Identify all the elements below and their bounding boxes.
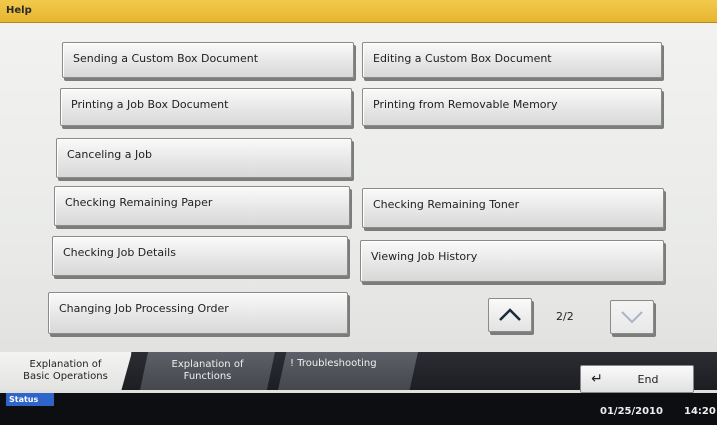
button-label: Checking Remaining Toner [373, 198, 520, 211]
date-display: 01/25/2010 [600, 406, 663, 417]
page-indicator: 2/2 [556, 310, 574, 323]
chevron-up-icon [499, 308, 521, 321]
tab-label-line2: Basic Operations [23, 371, 108, 382]
end-button[interactable]: ↵ End [580, 365, 694, 393]
tab-label-line1: Explanation of [171, 359, 244, 370]
checking-remaining-toner-button[interactable]: Checking Remaining Toner [362, 188, 664, 228]
checking-remaining-paper-button[interactable]: Checking Remaining Paper [54, 186, 350, 226]
tab-label-line1: Explanation of [29, 359, 102, 370]
editing-custom-box-button[interactable]: Editing a Custom Box Document [362, 42, 662, 78]
title-bar: Help [0, 0, 717, 23]
tab-label: ! Troubleshooting [290, 358, 377, 369]
button-label: Printing a Job Box Document [71, 98, 229, 111]
tab-functions[interactable]: Explanation of Functions [140, 352, 275, 390]
viewing-job-history-button[interactable]: Viewing Job History [360, 240, 664, 282]
button-label: Checking Remaining Paper [65, 196, 213, 209]
end-label: End [637, 372, 659, 386]
checking-job-details-button[interactable]: Checking Job Details [52, 236, 348, 276]
help-screen: Help Sending a Custom Box Document Editi… [0, 0, 717, 425]
button-label: Canceling a Job [67, 148, 152, 161]
printing-removable-memory-button[interactable]: Printing from Removable Memory [362, 88, 662, 126]
tab-label-line2: Functions [183, 371, 232, 382]
sending-custom-box-button[interactable]: Sending a Custom Box Document [62, 42, 354, 78]
screen-title: Help [6, 5, 32, 16]
time-display: 14:20 [684, 406, 716, 417]
tab-basic-operations[interactable]: Explanation of Basic Operations [0, 352, 132, 390]
status-button[interactable]: Status [6, 393, 54, 406]
button-label: Editing a Custom Box Document [373, 52, 552, 65]
button-label: Printing from Removable Memory [373, 98, 558, 111]
return-arrow-icon: ↵ [591, 371, 603, 387]
changing-job-order-button[interactable]: Changing Job Processing Order [48, 292, 348, 334]
chevron-down-icon [621, 311, 643, 324]
button-label: Changing Job Processing Order [59, 302, 229, 315]
canceling-job-button[interactable]: Canceling a Job [56, 138, 352, 178]
tab-troubleshooting[interactable]: ! Troubleshooting [278, 352, 418, 390]
page-down-button[interactable] [610, 300, 654, 334]
page-up-button[interactable] [488, 298, 532, 332]
printing-job-box-button[interactable]: Printing a Job Box Document [60, 88, 352, 126]
button-label: Sending a Custom Box Document [73, 52, 259, 65]
button-label: Checking Job Details [63, 246, 176, 259]
button-label: Viewing Job History [371, 250, 478, 263]
